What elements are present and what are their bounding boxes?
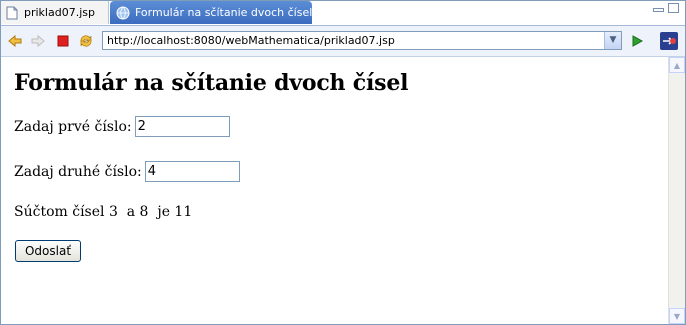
forward-icon[interactable] — [30, 33, 46, 49]
page-content: Formulár na sčítanie dvoch čísel Zadaj p… — [1, 57, 669, 324]
second-number-input[interactable] — [144, 161, 240, 182]
browser-toolbar: http://localhost:8080/webMathematica/pri… — [1, 26, 685, 57]
page-title: Formulár na sčítanie dvoch čísel — [14, 70, 409, 96]
vertical-scrollbar[interactable]: ▲ ▼ — [668, 57, 685, 324]
tab-bar: priklad07.jsp Formulár na sčítanie dvoch… — [1, 1, 685, 26]
maximize-icon[interactable] — [668, 3, 679, 13]
address-url: http://localhost:8080/webMathematica/pri… — [107, 34, 395, 47]
close-icon[interactable]: ✕ — [312, 5, 323, 20]
back-icon[interactable] — [7, 33, 23, 49]
first-number-input[interactable] — [134, 116, 230, 137]
address-bar[interactable]: http://localhost:8080/webMathematica/pri… — [102, 31, 622, 50]
field1-row: Zadaj prvé číslo: — [14, 116, 230, 137]
navigator-icon[interactable] — [659, 31, 679, 51]
scroll-up-icon[interactable]: ▲ — [669, 57, 685, 73]
browser-frame: priklad07.jsp Formulár na sčítanie dvoch… — [0, 0, 686, 325]
go-icon[interactable] — [629, 33, 645, 49]
tab-priklad07[interactable]: priklad07.jsp — [1, 1, 109, 24]
globe-icon — [116, 6, 130, 20]
field2-row: Zadaj druhé číslo: — [14, 161, 240, 182]
minimize-icon[interactable] — [653, 8, 664, 12]
chevron-down-icon[interactable]: ▼ — [604, 32, 621, 49]
result-text: Súčtom čísel 3 a 8 je 11 — [14, 204, 193, 220]
scroll-down-icon[interactable]: ▼ — [669, 308, 685, 324]
page-icon — [5, 6, 19, 20]
submit-button[interactable]: Odoslať — [15, 240, 81, 262]
window-controls — [653, 3, 679, 13]
stop-icon[interactable] — [55, 33, 71, 49]
tab-label: Formulár na sčítanie dvoch čísel — [135, 6, 313, 19]
field1-label: Zadaj prvé číslo: — [14, 118, 132, 135]
field2-label: Zadaj druhé číslo: — [14, 163, 142, 180]
tab-label: priklad07.jsp — [24, 6, 95, 19]
tab-formular[interactable]: Formulár na sčítanie dvoch čísel ✕ — [110, 1, 323, 24]
refresh-icon[interactable] — [78, 33, 94, 49]
